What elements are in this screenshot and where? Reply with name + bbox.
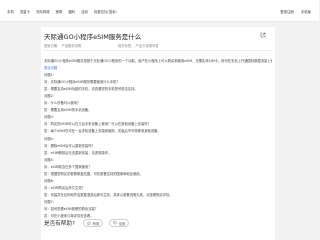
login-register-link[interactable]: 登录注册 — [280, 9, 294, 14]
article-line: 问：天际通GO小程序eSIM服务需要使用什么手机？ — [44, 80, 120, 85]
article-line: 答：每个eSIM仅可在一台手机设备上安装和使用，安装后不可转移到其他设备。 — [44, 129, 161, 134]
article-line: 答：需要支持eSIM的手机设备。 — [44, 108, 92, 113]
helpful-no-label: 没用 — [118, 221, 126, 226]
feedback-label: 是否有帮助? — [44, 221, 75, 227]
meta-tags: 相关标签： 产品卡设置问答 — [118, 44, 159, 48]
faq-section-link[interactable]: 常见问题 — [44, 66, 272, 73]
article-card: 天际通GO小程序eSIM服务是什么 更新日期： 产品服务说明 相关标签： 产品卡… — [41, 27, 275, 240]
article-line: 问题2： — [44, 94, 56, 99]
article-line: 问：如何查看eSIM套餐的剩余流量？ — [44, 206, 99, 211]
article-line: 问题4： — [44, 136, 56, 141]
article-line: 问题7： — [44, 199, 56, 204]
article-line: 问：eSIM能否在多个国家使用？ — [44, 164, 92, 169]
nav-item-phone[interactable]: 手机 — [7, 9, 14, 14]
mobile-version-link[interactable]: 手机版 — [301, 9, 311, 14]
title-divider — [44, 50, 272, 51]
article-meta: 更新日期： 产品服务说明 相关标签： 产品卡设置问答 — [44, 43, 159, 48]
article-line: 问：购买的eSIM可以在几台手机设备上使用？可以在其他设备上安装吗？ — [44, 122, 151, 127]
article-line: 问题6： — [44, 178, 56, 183]
nav-item-activities[interactable]: 活动 — [81, 9, 88, 14]
meta-category: 更新日期： 产品服务说明 — [44, 44, 82, 48]
article-line: 问题3： — [44, 115, 56, 120]
thumbs-up-icon — [86, 221, 91, 225]
nav-item-broadband[interactable]: 宽带 — [56, 9, 63, 14]
main-nav: 手机 流量卡 天际商城 宽带 福利 活动 我要查找(搜索) — [7, 0, 117, 22]
article-line: 问题1： — [44, 73, 56, 78]
thumbs-down-icon — [112, 221, 117, 225]
article-line: 天际通GO小程序eSIM服务是基于天际通GO小程序的一个功能，用户在小程序上可以… — [44, 59, 272, 63]
article-line: 答：需要支持eSIM功能的手机，请查看您的手机型号是否支持。 — [44, 87, 138, 92]
top-navigation-bar: 手机 流量卡 天际商城 宽带 福利 活动 我要查找(搜索) 登录注册 手机版 — [0, 0, 319, 22]
article-body: 天际通GO小程序eSIM服务是基于天际通GO小程序的一个功能，用户在小程序上可以… — [44, 59, 272, 221]
article-line: 问：删除eSIM后可以重新安装吗？ — [44, 143, 95, 148]
helpful-no-button[interactable]: 没用 — [108, 219, 129, 227]
article-line: 答：安装并在目的地开启数据漫游后即可生效，具体以套餐说明为准，请查看购买详情。 — [44, 192, 173, 197]
nav-item-data-card[interactable]: 流量卡 — [20, 9, 30, 14]
helpful-yes-label: 有用 — [92, 221, 100, 226]
article-title: 天际通GO小程序eSIM服务是什么 — [44, 33, 142, 41]
nav-search-link[interactable]: 我要查找(搜索) — [94, 9, 117, 14]
feedback-section: 是否有帮助? 有用 没用 — [44, 219, 129, 227]
nav-item-benefits[interactable]: 福利 — [68, 9, 75, 14]
account-links: 登录注册 手机版 — [280, 0, 311, 22]
article-line: 问题5： — [44, 157, 56, 162]
article-line: 答：根据您购买的套餐覆盖范围，可在套餐支持的国家和地区使用。 — [44, 171, 143, 176]
nav-item-mall[interactable]: 天际商城 — [36, 9, 50, 14]
article-line: 答：eSIM删除后无法重新安装，请谨慎操作。 — [44, 150, 112, 155]
helpful-yes-button[interactable]: 有用 — [82, 219, 103, 227]
article-line: 问：eSIM购买后多久生效？ — [44, 185, 85, 190]
share-icon[interactable] — [260, 32, 266, 38]
article-line: 问：什么设备可以使用？ — [44, 101, 81, 106]
